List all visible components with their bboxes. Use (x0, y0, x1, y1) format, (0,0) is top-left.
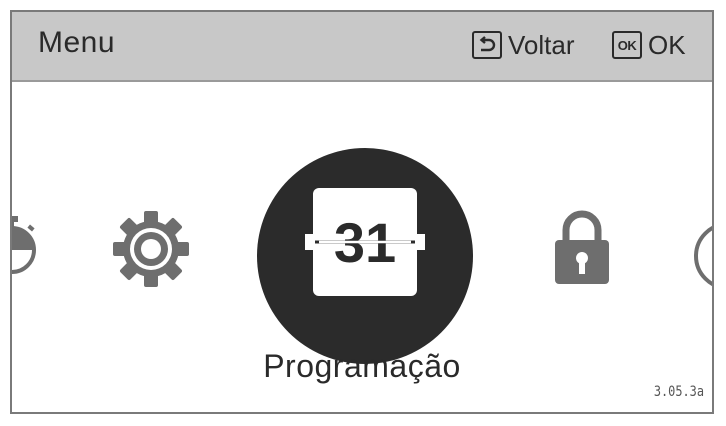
header-bar: Menu Voltar OK OK (12, 12, 712, 82)
ok-key-icon: OK (612, 31, 642, 59)
back-label: Voltar (508, 29, 575, 60)
ok-label: OK (648, 29, 686, 60)
device-screen: Menu Voltar OK OK 31 Programação 3.05.3a (10, 10, 714, 414)
calendar-icon: 31 (305, 188, 425, 296)
selected-item-label: Programação (263, 348, 461, 384)
page-title: Menu (38, 26, 116, 59)
gear-icon[interactable] (110, 208, 192, 290)
stopwatch-icon[interactable] (10, 208, 42, 288)
back-button[interactable]: Voltar (472, 28, 575, 62)
back-icon (472, 31, 502, 59)
clock-icon[interactable] (688, 208, 714, 292)
ok-button[interactable]: OK OK (612, 28, 686, 62)
lock-icon[interactable] (552, 206, 612, 288)
version-label: 3.05.3a (653, 384, 704, 400)
